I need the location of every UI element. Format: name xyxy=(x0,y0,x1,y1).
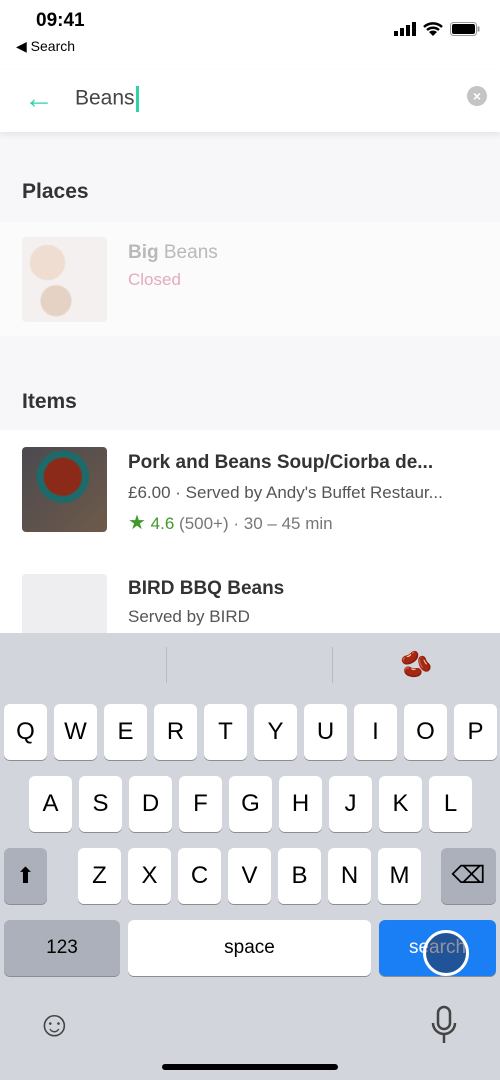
key-t[interactable]: T xyxy=(204,704,247,760)
search-query: Beans xyxy=(75,86,135,110)
item-meta: ★ 4.6 (500+) · 30 – 45 min xyxy=(128,512,333,534)
items-heading: Items xyxy=(22,390,77,413)
key-c[interactable]: C xyxy=(178,848,221,904)
key-j[interactable]: J xyxy=(329,776,372,832)
key-w[interactable]: W xyxy=(54,704,97,760)
backspace-key[interactable]: ⌫ xyxy=(441,848,496,904)
key-d[interactable]: D xyxy=(129,776,172,832)
clock: 09:41 xyxy=(36,10,85,31)
item-details: £6.00 · Served by Andy's Buffet Restaur.… xyxy=(128,483,443,502)
numbers-key[interactable]: 123 xyxy=(4,920,120,976)
back-to-app-link[interactable]: ◀ Search xyxy=(16,38,75,55)
place-image xyxy=(22,237,107,322)
item-title: Pork and Beans Soup/Ciorba de... xyxy=(128,452,434,473)
text-caret xyxy=(135,86,139,112)
search-bar: ← Beans × xyxy=(0,70,500,132)
status-icons xyxy=(394,22,480,36)
status-bar: 09:41 ◀ Search xyxy=(0,0,500,70)
key-e[interactable]: E xyxy=(104,704,147,760)
keyboard: 🫘 QWERTYUIOP ASDFGHJKL ZXCVBNM ⬆ ⌫ 123 spa… xyxy=(0,633,500,1080)
star-icon: ★ xyxy=(128,512,146,534)
place-row[interactable]: Big Beans Closed xyxy=(0,222,500,336)
item-title: BIRD BBQ Beans xyxy=(128,578,285,599)
items-list: Pork and Beans Soup/Ciorba de... £6.00 ·… xyxy=(0,430,500,659)
key-h[interactable]: H xyxy=(279,776,322,832)
key-a[interactable]: A xyxy=(29,776,72,832)
key-u[interactable]: U xyxy=(304,704,347,760)
key-o[interactable]: O xyxy=(404,704,447,760)
places-heading: Places xyxy=(22,180,89,203)
key-i[interactable]: I xyxy=(354,704,397,760)
key-x[interactable]: X xyxy=(128,848,171,904)
arrow-left-icon[interactable]: ← xyxy=(24,82,54,116)
place-name: Big Beans xyxy=(128,242,218,263)
battery-icon xyxy=(450,22,480,36)
key-n[interactable]: N xyxy=(328,848,371,904)
emoji-icon[interactable]: ☺ xyxy=(36,1003,73,1045)
key-f[interactable]: F xyxy=(179,776,222,832)
microphone-icon[interactable] xyxy=(430,1005,458,1045)
wifi-icon xyxy=(423,22,443,36)
key-b[interactable]: B xyxy=(278,848,321,904)
home-indicator[interactable] xyxy=(162,1064,338,1070)
key-r[interactable]: R xyxy=(154,704,197,760)
key-m[interactable]: M xyxy=(378,848,421,904)
key-y[interactable]: Y xyxy=(254,704,297,760)
key-v[interactable]: V xyxy=(228,848,271,904)
key-g[interactable]: G xyxy=(229,776,272,832)
key-q[interactable]: Q xyxy=(4,704,47,760)
clear-icon[interactable]: × xyxy=(467,86,487,106)
place-status: Closed xyxy=(128,270,181,289)
suggestion-emoji[interactable]: 🫘 xyxy=(400,649,432,680)
key-l[interactable]: L xyxy=(429,776,472,832)
key-k[interactable]: K xyxy=(379,776,422,832)
suggestion-bar: 🫘 xyxy=(0,633,500,695)
item-details: Served by BIRD xyxy=(128,607,250,626)
shift-key[interactable]: ⬆ xyxy=(4,848,47,904)
key-s[interactable]: S xyxy=(79,776,122,832)
key-z[interactable]: Z xyxy=(78,848,121,904)
touch-indicator xyxy=(423,930,469,976)
item-image xyxy=(22,447,107,532)
space-key[interactable]: space xyxy=(128,920,371,976)
search-input[interactable]: Beans xyxy=(75,86,139,112)
key-p[interactable]: P xyxy=(454,704,497,760)
signal-icon xyxy=(394,22,416,36)
